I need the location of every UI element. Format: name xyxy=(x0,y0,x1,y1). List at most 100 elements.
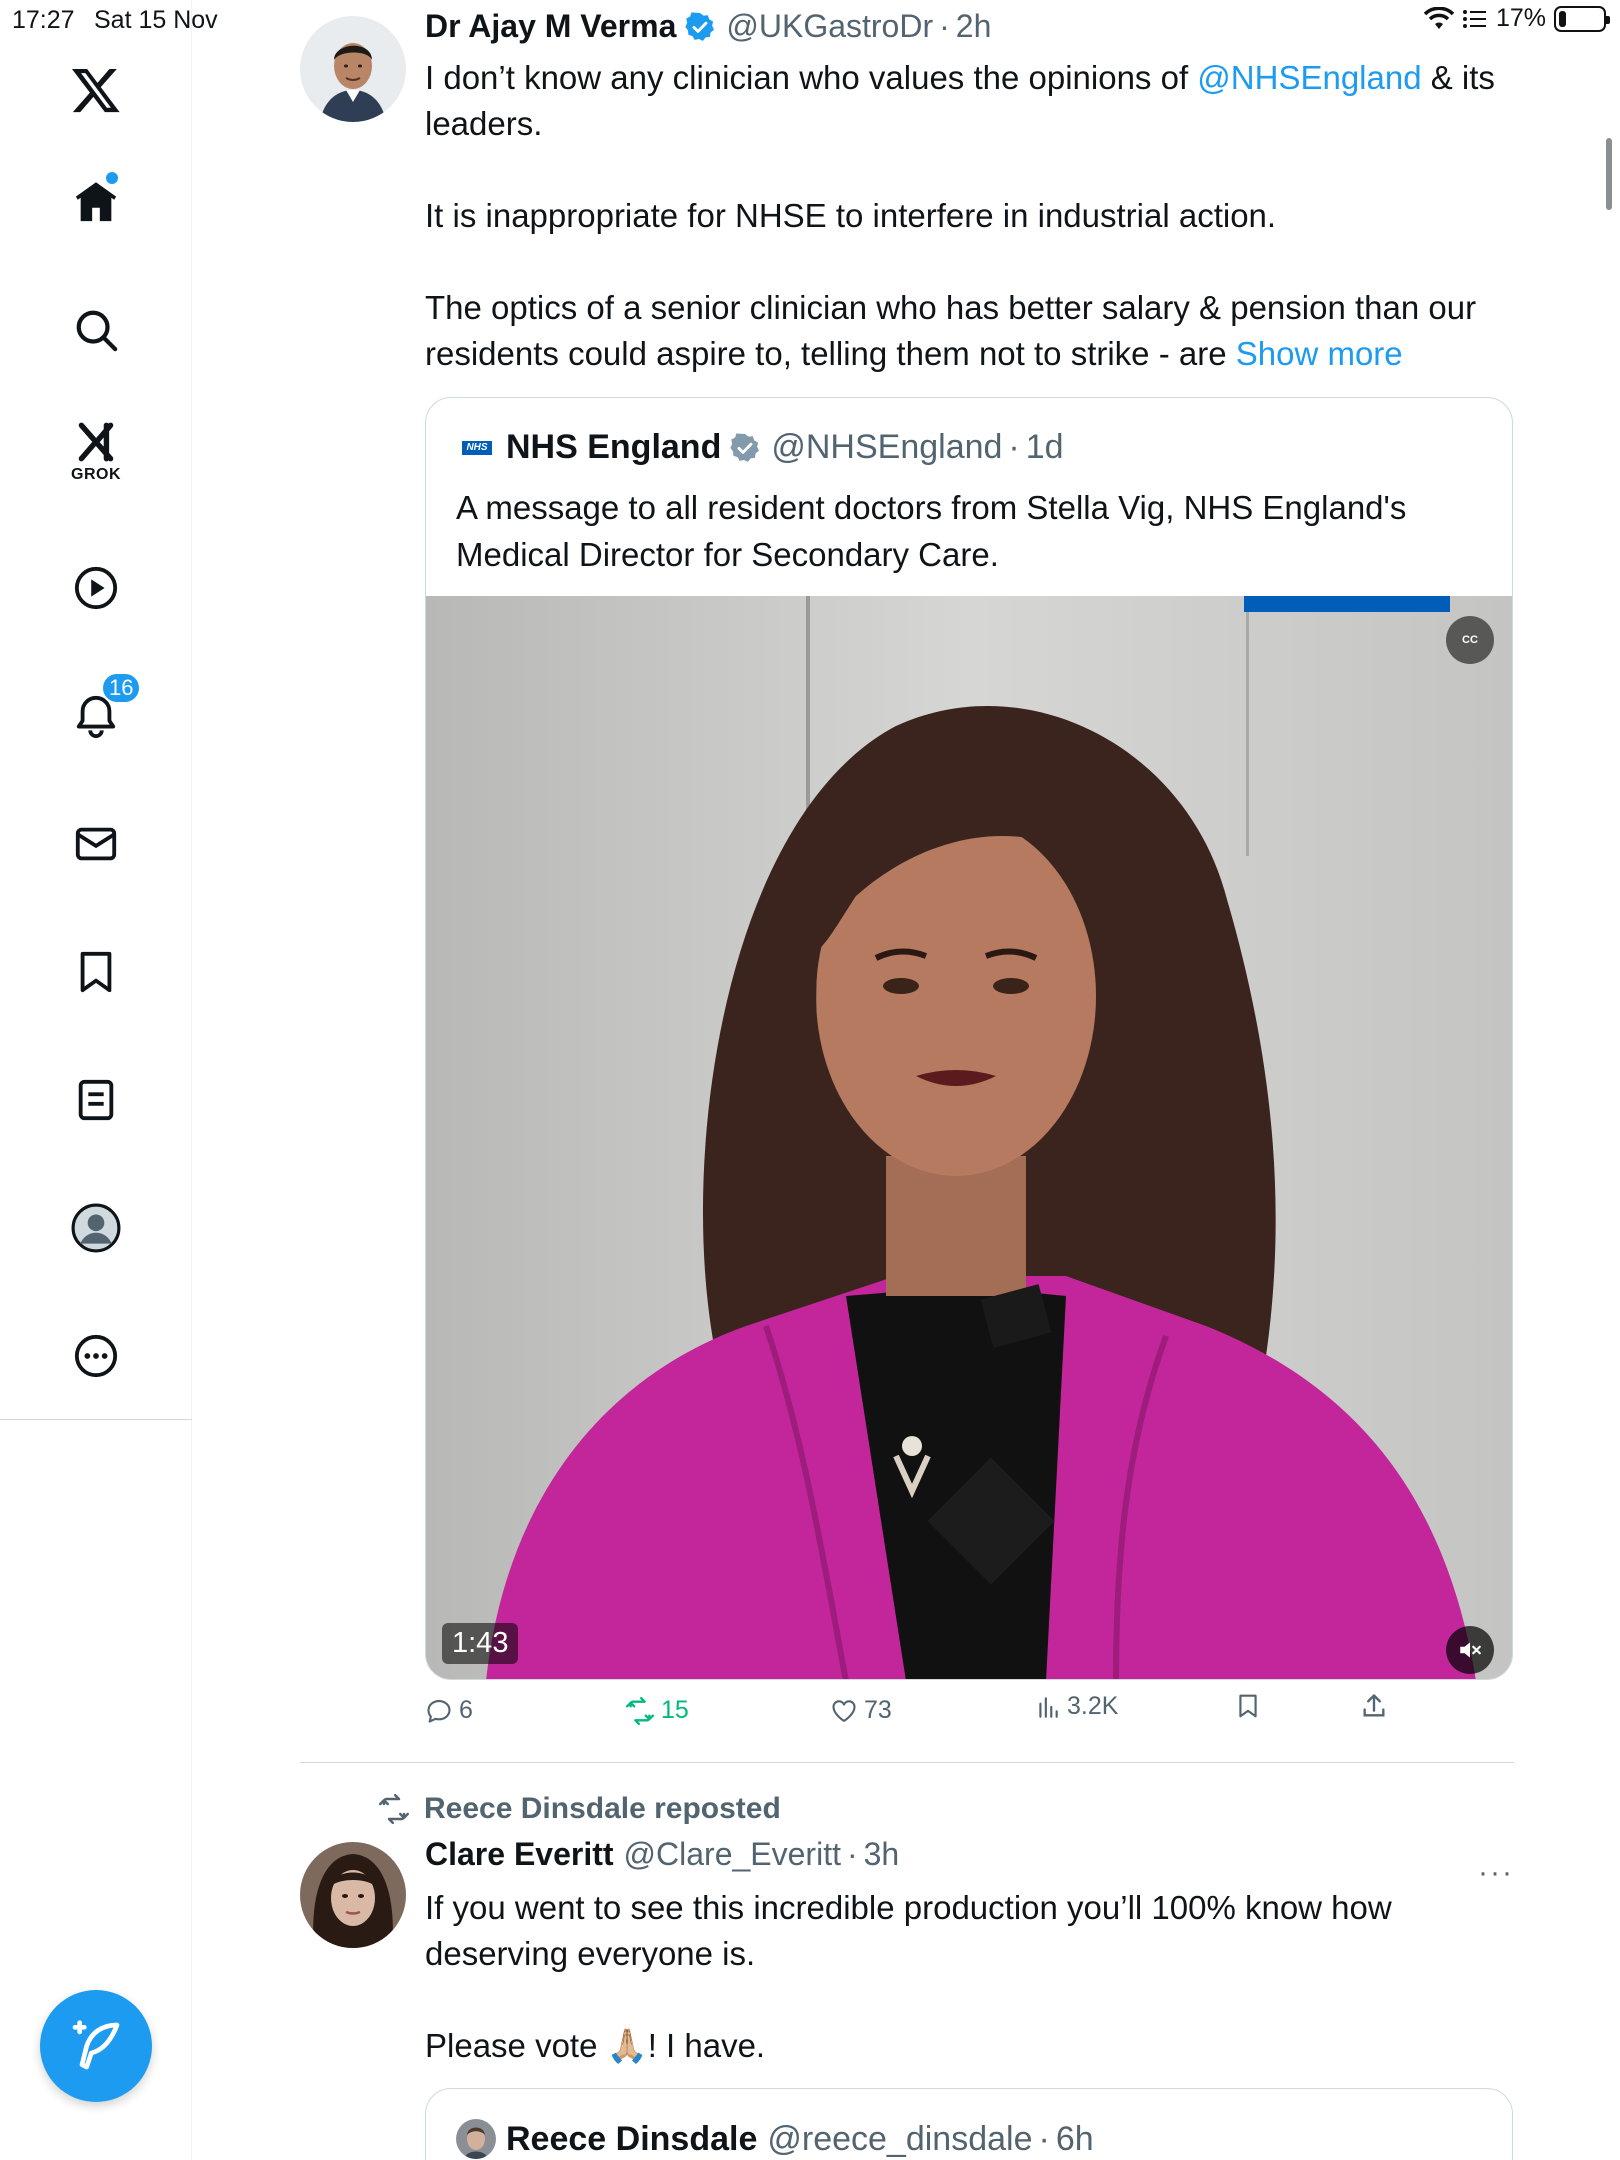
author-name[interactable]: Clare Everitt xyxy=(425,1836,614,1873)
compose-feather-icon xyxy=(72,2020,120,2070)
quoted-tweet[interactable]: Reece Dinsdale @reece_dinsdale · 6h xyxy=(425,2088,1513,2160)
like-button[interactable]: 73 xyxy=(830,1696,892,1725)
quoted-tweet-time: 1d xyxy=(1025,428,1064,466)
tweet-body: I don’t know any clinician who values th… xyxy=(425,55,1525,377)
compose-button[interactable] xyxy=(40,1990,152,2102)
battery-percent: 17% xyxy=(1495,4,1546,32)
tweet-header: Dr Ajay M Verma @UKGastroDr · 2h xyxy=(425,8,991,45)
reply-count: 6 xyxy=(459,1696,473,1724)
focus-icon xyxy=(1462,9,1486,28)
list-icon xyxy=(78,1079,114,1121)
like-count: 73 xyxy=(864,1696,892,1724)
nav-bookmarks[interactable] xyxy=(46,922,146,1022)
verified-badge-icon xyxy=(685,11,715,41)
side-navigation: GROK 16 xyxy=(0,0,192,2160)
nav-grok[interactable]: GROK xyxy=(46,400,146,500)
repost-context-label: Reece Dinsdale reposted xyxy=(424,1792,781,1825)
mute-button[interactable] xyxy=(1446,1626,1494,1674)
play-icon xyxy=(74,566,118,610)
quoted-author-name: NHS England xyxy=(506,428,722,466)
captions-button[interactable]: CC xyxy=(1446,616,1494,664)
battery-fill xyxy=(1559,10,1566,27)
grok-label: GROK xyxy=(71,466,121,483)
muted-speaker-icon xyxy=(1460,1642,1481,1658)
bookmark-button[interactable] xyxy=(1235,1692,1261,1720)
search-icon xyxy=(76,310,118,352)
analytics-icon xyxy=(1039,1696,1058,1718)
repost-icon xyxy=(626,1696,654,1725)
tweet-paragraph-2: It is inappropriate for NHSE to interfer… xyxy=(425,197,1277,234)
profile-icon xyxy=(71,1203,121,1253)
heart-icon xyxy=(832,1699,856,1722)
separator-dot: · xyxy=(1008,428,1020,466)
reply-button[interactable]: 6 xyxy=(425,1696,473,1725)
video-player[interactable]: CC 1:43 xyxy=(426,596,1512,1679)
verified-org-badge-icon xyxy=(730,432,760,462)
share-button[interactable] xyxy=(1360,1692,1388,1720)
grok-icon xyxy=(78,422,114,462)
video-duration: 1:43 xyxy=(442,1623,519,1664)
view-count: 3.2K xyxy=(1067,1692,1119,1720)
bookmark-icon xyxy=(80,951,112,993)
video-frame-woman-in-pink xyxy=(426,596,1512,1679)
avatar-ajay-verma[interactable] xyxy=(300,16,406,122)
separator-dot: · xyxy=(1038,2119,1050,2158)
tweet-actions: 6 15 73 3.2K xyxy=(425,1692,1425,1740)
nav-messages[interactable] xyxy=(46,794,146,894)
notification-badge: 16 xyxy=(101,672,142,704)
tweet-paragraph-2: Please vote 🙏🏼! I have. xyxy=(425,2027,766,2064)
tweet-paragraph-3: The optics of a senior clinician who has… xyxy=(425,285,1525,377)
quoted-tweet-header: NHS NHS England @NHSEngland · 1d xyxy=(462,428,1064,467)
tweet-header: Clare Everitt @Clare_Everitt · 3h xyxy=(425,1836,899,1873)
repost-count: 15 xyxy=(661,1696,689,1724)
wifi-icon xyxy=(1423,6,1454,29)
share-icon xyxy=(1363,1694,1385,1717)
bookmark-icon xyxy=(1239,1694,1257,1718)
reply-icon xyxy=(427,1699,451,1723)
quoted-tweet-text: A message to all resident doctors from S… xyxy=(456,489,1407,573)
quoted-author-handle: @reece_dinsdale xyxy=(767,2119,1033,2158)
mail-icon xyxy=(75,827,117,861)
separator-dot: · xyxy=(939,8,950,44)
x-logo-button[interactable] xyxy=(46,40,146,140)
show-more-link[interactable]: Show more xyxy=(1236,335,1403,372)
nav-video[interactable] xyxy=(46,538,146,638)
repost-button[interactable]: 15 xyxy=(625,1696,689,1725)
author-name[interactable]: Dr Ajay M Verma xyxy=(425,8,676,45)
battery-icon xyxy=(1554,5,1610,32)
quoted-tweet-header: Reece Dinsdale @reece_dinsdale · 6h xyxy=(456,2119,1094,2159)
tweet-body: If you went to see this incredible produ… xyxy=(425,1885,1525,2069)
tweet-paragraph-1: If you went to see this incredible produ… xyxy=(425,1889,1392,1972)
mention-link[interactable]: @NHSEngland xyxy=(1197,59,1421,96)
status-right: 17% xyxy=(1423,4,1610,33)
author-handle[interactable]: @Clare_Everitt xyxy=(624,1836,841,1873)
home-unread-dot xyxy=(106,172,118,184)
nav-explore[interactable] xyxy=(46,280,146,380)
separator-dot: · xyxy=(846,1836,858,1872)
nav-lists[interactable] xyxy=(46,1050,146,1150)
scrollbar[interactable] xyxy=(1606,138,1612,210)
quoted-author-handle: @NHSEngland xyxy=(771,428,1003,466)
avatar-reece-dinsdale[interactable] xyxy=(456,2119,496,2159)
tweet-divider xyxy=(300,1762,1514,1763)
author-handle[interactable]: @UKGastroDr xyxy=(726,8,933,45)
views-button[interactable]: 3.2K xyxy=(1035,1692,1118,1721)
quoted-author-name: Reece Dinsdale xyxy=(506,2119,758,2158)
nhs-logo-avatar[interactable]: NHS xyxy=(462,440,492,455)
nav-profile[interactable] xyxy=(46,1178,146,1278)
more-icon xyxy=(74,1334,118,1378)
nav-home[interactable] xyxy=(46,152,146,252)
rail-divider xyxy=(0,1419,192,1420)
tweet-time[interactable]: 2h xyxy=(956,8,992,45)
nav-more[interactable] xyxy=(46,1306,146,1406)
x-logo-icon xyxy=(71,68,120,113)
tweet-time[interactable]: 3h xyxy=(864,1836,900,1873)
nav-notifications[interactable]: 16 xyxy=(46,666,146,766)
repost-context[interactable]: Reece Dinsdale reposted xyxy=(378,1792,781,1826)
quoted-tweet-time: 6h xyxy=(1055,2119,1094,2158)
quoted-tweet[interactable]: NHS NHS England @NHSEngland · 1d A messa… xyxy=(425,397,1513,1680)
avatar-clare-everitt[interactable] xyxy=(300,1842,406,1948)
home-icon xyxy=(75,182,117,222)
tweet-paragraph-1: I don’t know any clinician who values th… xyxy=(425,55,1525,147)
tweet-text-part: I don’t know any clinician who values th… xyxy=(425,59,1198,96)
